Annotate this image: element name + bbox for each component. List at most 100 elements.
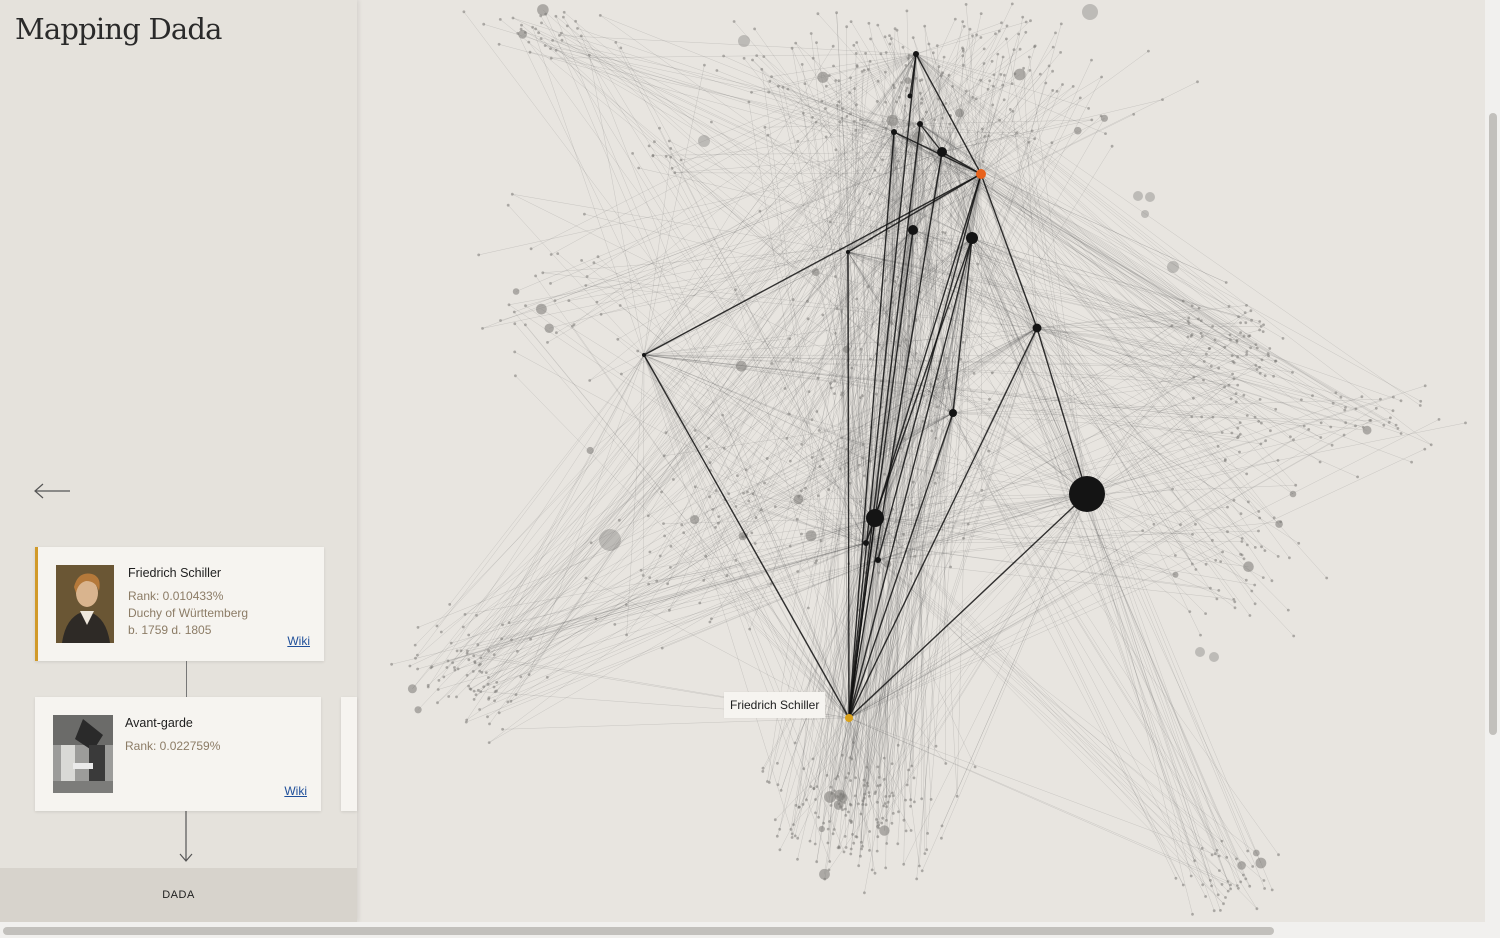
- graph-node: [980, 488, 984, 492]
- graph-node: [753, 542, 757, 545]
- graph-node: [841, 808, 844, 812]
- graph-node: [1024, 30, 1028, 34]
- graph-node: [1319, 436, 1323, 439]
- wiki-link[interactable]: Wiki: [284, 784, 307, 798]
- graph-node: [1236, 355, 1239, 359]
- next-card-peek[interactable]: [341, 697, 357, 811]
- graph-node: [414, 706, 422, 714]
- graph-node: [493, 699, 496, 703]
- graph-node: [961, 340, 965, 344]
- graph-node: [891, 301, 895, 305]
- graph-node: [693, 429, 697, 432]
- graph-node: [828, 820, 831, 823]
- graph-node: [1223, 459, 1227, 463]
- graph-edges: [391, 3, 1466, 915]
- graph-node: [1259, 442, 1263, 446]
- card-details: Rank: 0.022759%: [125, 738, 220, 755]
- graph-node: [1235, 339, 1239, 342]
- graph-node: [907, 367, 911, 371]
- path-card-avant-garde[interactable]: Avant-garde Rank: 0.022759% Wiki: [35, 697, 321, 811]
- graph-node: [920, 101, 924, 105]
- graph-node: [1245, 543, 1249, 547]
- graph-edge: [952, 378, 1235, 414]
- graph-node: [1237, 315, 1240, 318]
- graph-node: [1387, 421, 1391, 424]
- graph-node: [1243, 561, 1254, 572]
- graph-node: [442, 675, 446, 679]
- graph-node: [828, 381, 832, 385]
- graph-node: [1360, 395, 1364, 399]
- graph-node: [487, 741, 491, 744]
- graph-node: [514, 374, 517, 378]
- graph-node: [862, 778, 866, 782]
- graph-node: [815, 41, 818, 44]
- graph-edge: [1086, 493, 1206, 614]
- graph-node: [816, 376, 820, 380]
- graph-node: [770, 75, 773, 78]
- graph-edge: [941, 151, 1241, 423]
- graph-node: [1210, 853, 1214, 857]
- graph-node: [1248, 614, 1252, 617]
- graph-node: [849, 76, 852, 80]
- graph-node: [725, 574, 729, 578]
- graph-node: [1232, 377, 1236, 381]
- graph-node: [1361, 425, 1365, 429]
- graph-node: [845, 115, 849, 118]
- graph-node: [914, 352, 918, 355]
- graph-node: [574, 19, 577, 23]
- graph-node: [892, 794, 895, 798]
- graph-node: [912, 776, 916, 780]
- graph-node: [800, 443, 804, 446]
- graph-node: [1382, 423, 1386, 427]
- graph-node: [426, 685, 430, 689]
- graph-node: [790, 832, 794, 836]
- graph-node: [818, 825, 825, 833]
- graph-node: [742, 491, 745, 495]
- back-arrow-icon[interactable]: [34, 482, 72, 500]
- graph-node: [854, 128, 858, 132]
- graph-node: [962, 536, 965, 540]
- graph-node: [1274, 359, 1278, 363]
- vertical-scrollbar-thumb[interactable]: [1489, 113, 1497, 735]
- arrow-down-icon[interactable]: [178, 811, 194, 863]
- path-card-schiller[interactable]: Friedrich Schiller Rank: 0.010433% Duchy…: [35, 547, 324, 661]
- wiki-link[interactable]: Wiki: [287, 634, 310, 648]
- graph-node: [885, 819, 888, 822]
- graph-node: [763, 481, 766, 485]
- graph-node: [744, 468, 748, 472]
- graph-node: [909, 798, 913, 802]
- graph-node: [1339, 395, 1343, 399]
- graph-node: [907, 768, 911, 772]
- origin-node: [845, 714, 853, 722]
- network-graph[interactable]: [358, 0, 1485, 922]
- graph-node: [927, 389, 931, 393]
- graph-edge: [980, 173, 1248, 352]
- horizontal-scrollbar-thumb[interactable]: [3, 927, 1274, 935]
- graph-node: [876, 79, 880, 83]
- graph-node: [1258, 328, 1261, 332]
- graph-node: [641, 574, 645, 577]
- graph-node: [882, 756, 886, 760]
- graph-node: [1226, 505, 1229, 509]
- graph-node: [1239, 512, 1243, 516]
- graph-node: [722, 54, 725, 58]
- graph-node: [1205, 352, 1208, 356]
- graph-node: [467, 633, 471, 637]
- dada-footer-button[interactable]: DADA: [0, 868, 357, 922]
- graph-node: [531, 25, 534, 29]
- graph-node: [853, 87, 857, 91]
- graph-node: [1302, 424, 1306, 428]
- graph-node: [473, 661, 477, 665]
- graph-node: [693, 485, 697, 489]
- graph-node: [541, 271, 545, 275]
- graph-node: [1209, 652, 1219, 662]
- graph-node: [880, 821, 884, 825]
- graph-node: [673, 171, 677, 175]
- graph-node: [660, 490, 663, 494]
- graph-node: [437, 679, 441, 682]
- graph-node: [613, 623, 617, 626]
- graph-node: [449, 641, 453, 645]
- graph-node: [936, 471, 939, 475]
- graph-node: [1028, 69, 1032, 72]
- graph-node: [513, 322, 517, 326]
